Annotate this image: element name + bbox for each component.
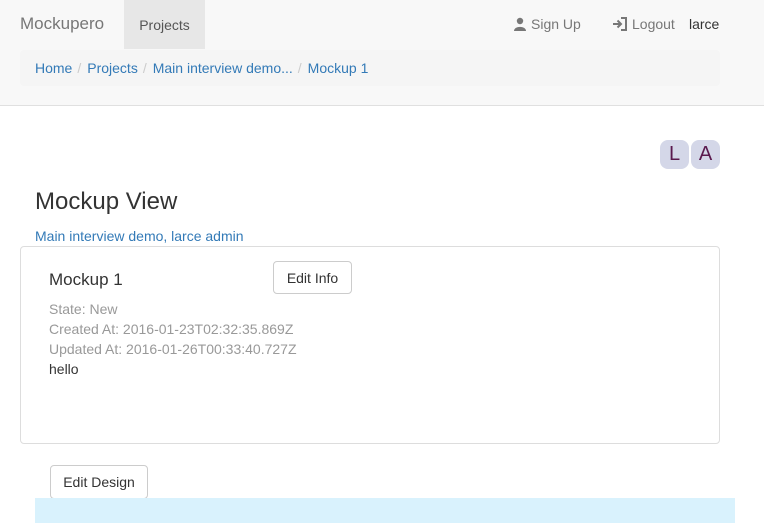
logout-link[interactable]: Logout — [612, 16, 675, 32]
avatar[interactable]: A — [691, 140, 720, 169]
signup-label: Sign Up — [531, 16, 581, 32]
nav-item-projects[interactable]: Projects — [124, 0, 205, 49]
logout-icon — [612, 17, 628, 31]
logout-label: Logout — [632, 16, 675, 32]
username: larce — [689, 16, 720, 32]
mockup-panel: Mockup 1 Edit Info State: New Created At… — [20, 246, 720, 444]
mockup-description: hello — [49, 361, 79, 377]
edit-info-button[interactable]: Edit Info — [273, 261, 352, 294]
signup-link[interactable]: Sign Up — [513, 16, 581, 32]
breadcrumb: Home / Projects / Main interview demo...… — [20, 50, 720, 86]
breadcrumb-separator: / — [142, 60, 147, 76]
mockup-state: State: New — [49, 301, 118, 317]
avatar[interactable]: L — [660, 140, 689, 169]
project-link[interactable]: Main interview demo, larce admin — [35, 228, 244, 244]
breadcrumb-home[interactable]: Home — [35, 60, 72, 76]
navbar: Mockupero Projects Sign Up Logout larce … — [0, 0, 764, 106]
design-area[interactable] — [35, 498, 735, 523]
breadcrumb-separator: / — [77, 60, 82, 76]
user-avatars: L A — [660, 140, 720, 169]
brand-link[interactable]: Mockupero — [20, 14, 104, 34]
mockup-name: Mockup 1 — [49, 270, 123, 289]
mockup-updated-at: Updated At: 2016-01-26T00:33:40.727Z — [49, 341, 297, 357]
edit-design-button[interactable]: Edit Design — [50, 465, 148, 499]
mockup-created-at: Created At: 2016-01-23T02:32:35.869Z — [49, 321, 294, 337]
breadcrumb-active[interactable]: Mockup 1 — [308, 60, 369, 76]
page-title: Mockup View — [35, 188, 178, 215]
user-icon — [513, 17, 527, 31]
breadcrumb-projects[interactable]: Projects — [87, 60, 138, 76]
breadcrumb-separator: / — [297, 60, 302, 76]
breadcrumb-project[interactable]: Main interview demo... — [153, 60, 293, 76]
